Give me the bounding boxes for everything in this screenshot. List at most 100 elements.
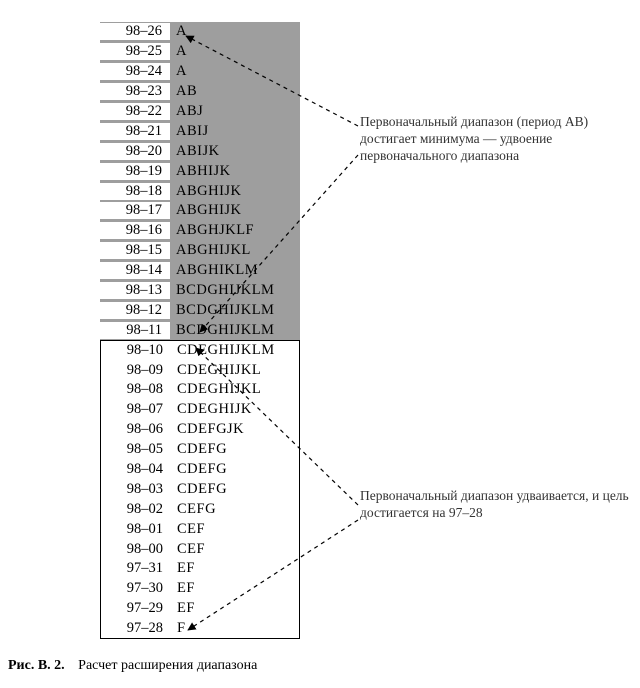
table-row: 97–29EF [100, 599, 300, 619]
row-key: 98–02 [101, 501, 171, 518]
table-row: 98–01CEF [100, 519, 300, 539]
row-value: ABGHJKLF [170, 222, 300, 239]
row-value: CDEFGJK [171, 421, 299, 438]
row-key: 98–21 [100, 123, 170, 140]
row-value: BCDGHIJKLM [170, 322, 300, 339]
row-value: ABIJ [170, 123, 300, 140]
table-row: 98–09CDEGHIJKL [100, 360, 300, 380]
leader-lines [0, 0, 640, 688]
table-row: 98–04CDEFG [100, 460, 300, 480]
table-row: 97–28F [100, 619, 300, 639]
table-row: 98–10CDEGHIJKLM [100, 340, 300, 360]
table-row: 98–26A [100, 22, 300, 42]
table-row: 98–12BCDGHIJKLM [100, 300, 300, 320]
row-key: 98–01 [101, 521, 171, 538]
table-row: 98–00CEF [100, 539, 300, 559]
range-table: 98–26A98–25A98–24A98–23AB98–22ABJ98–21AB… [100, 22, 300, 639]
row-key: 97–29 [101, 600, 171, 617]
row-key: 98–25 [100, 43, 170, 60]
row-value: CDEGHIJKL [171, 362, 299, 379]
row-value: CDEFG [171, 481, 299, 498]
table-row: 98–05CDEFG [100, 440, 300, 460]
row-key: 98–16 [100, 222, 170, 239]
table-row: 98–11BCDGHIJKLM [100, 320, 300, 340]
row-value: A [170, 63, 300, 80]
table-row: 98–20ABIJK [100, 141, 300, 161]
row-key: 98–10 [101, 342, 171, 359]
table-row: 98–19ABHIJK [100, 161, 300, 181]
row-key: 98–00 [101, 541, 171, 558]
row-value: F [171, 620, 299, 637]
table-row: 98–16ABGHJKLF [100, 221, 300, 241]
row-value: EF [171, 580, 299, 597]
row-key: 98–04 [101, 461, 171, 478]
row-key: 97–28 [101, 620, 171, 637]
row-value: CEFG [171, 501, 299, 518]
table-row: 98–14ABGHIKLM [100, 261, 300, 281]
table-row: 98–08CDEGHIJKL [100, 380, 300, 400]
row-value: BCDGHIJKLM [170, 282, 300, 299]
row-value: CEF [171, 541, 299, 558]
table-row: 98–02CEFG [100, 499, 300, 519]
row-key: 98–09 [101, 362, 171, 379]
row-value: CEF [171, 521, 299, 538]
row-key: 98–18 [100, 183, 170, 200]
annotation-bottom: Первоначальный диапазон удваивается, и ц… [360, 488, 640, 522]
row-key: 98–20 [100, 143, 170, 160]
table-row: 98–21ABIJ [100, 121, 300, 141]
row-value: ABIJK [170, 143, 300, 160]
annotation-top: Первоначальный диапазон (период AB) дост… [360, 114, 640, 165]
row-key: 98–26 [100, 23, 170, 40]
row-value: AB [170, 83, 300, 100]
row-key: 98–12 [100, 302, 170, 319]
table-row: 98–06CDEFGJK [100, 420, 300, 440]
table-row: 98–07CDEGHIJK [100, 400, 300, 420]
table-row: 97–31EF [100, 559, 300, 579]
row-key: 98–17 [100, 202, 170, 219]
row-key: 97–30 [101, 580, 171, 597]
row-key: 98–11 [100, 322, 170, 339]
row-value: CDEGHIJK [171, 401, 299, 418]
row-value: EF [171, 560, 299, 577]
caption-label: Рис. В. 2. [8, 658, 65, 673]
table-row: 98–25A [100, 42, 300, 62]
table-row: 97–30EF [100, 579, 300, 599]
row-value: A [170, 43, 300, 60]
row-key: 98–22 [100, 103, 170, 120]
row-key: 98–23 [100, 83, 170, 100]
row-key: 98–14 [100, 262, 170, 279]
row-value: CDEFG [171, 461, 299, 478]
row-key: 97–31 [101, 560, 171, 577]
table-row: 98–15ABGHIJKL [100, 241, 300, 261]
row-value: ABJ [170, 103, 300, 120]
row-value: CDEGHIJKLM [171, 342, 299, 359]
row-value: CDEGHIJKL [171, 381, 299, 398]
row-value: ABHIJK [170, 163, 300, 180]
row-value: ABGHIJK [170, 183, 300, 200]
row-key: 98–08 [101, 381, 171, 398]
row-value: BCDGHIJKLM [170, 302, 300, 319]
row-value: EF [171, 600, 299, 617]
row-key: 98–13 [100, 282, 170, 299]
table-row: 98–03CDEFG [100, 479, 300, 499]
table-row: 98–23AB [100, 82, 300, 102]
table-row: 98–13BCDGHIJKLM [100, 281, 300, 301]
row-key: 98–06 [101, 421, 171, 438]
row-value: CDEFG [171, 441, 299, 458]
row-value: A [170, 23, 300, 40]
row-key: 98–15 [100, 242, 170, 259]
row-value: ABGHIJK [170, 202, 300, 219]
row-value: ABGHIKLM [170, 262, 300, 279]
row-key: 98–05 [101, 441, 171, 458]
row-value: ABGHIJKL [170, 242, 300, 259]
figure-caption: Рис. В. 2. Расчет расширения диапазона [8, 658, 257, 674]
row-key: 98–07 [101, 401, 171, 418]
row-key: 98–19 [100, 163, 170, 180]
table-row: 98–17ABGHIJK [100, 201, 300, 221]
diagram-canvas: 98–26A98–25A98–24A98–23AB98–22ABJ98–21AB… [0, 0, 640, 688]
table-row: 98–24A [100, 62, 300, 82]
table-row: 98–22ABJ [100, 102, 300, 122]
caption-text: Расчет расширения диапазона [78, 658, 257, 673]
table-row: 98–18ABGHIJK [100, 181, 300, 201]
row-key: 98–03 [101, 481, 171, 498]
